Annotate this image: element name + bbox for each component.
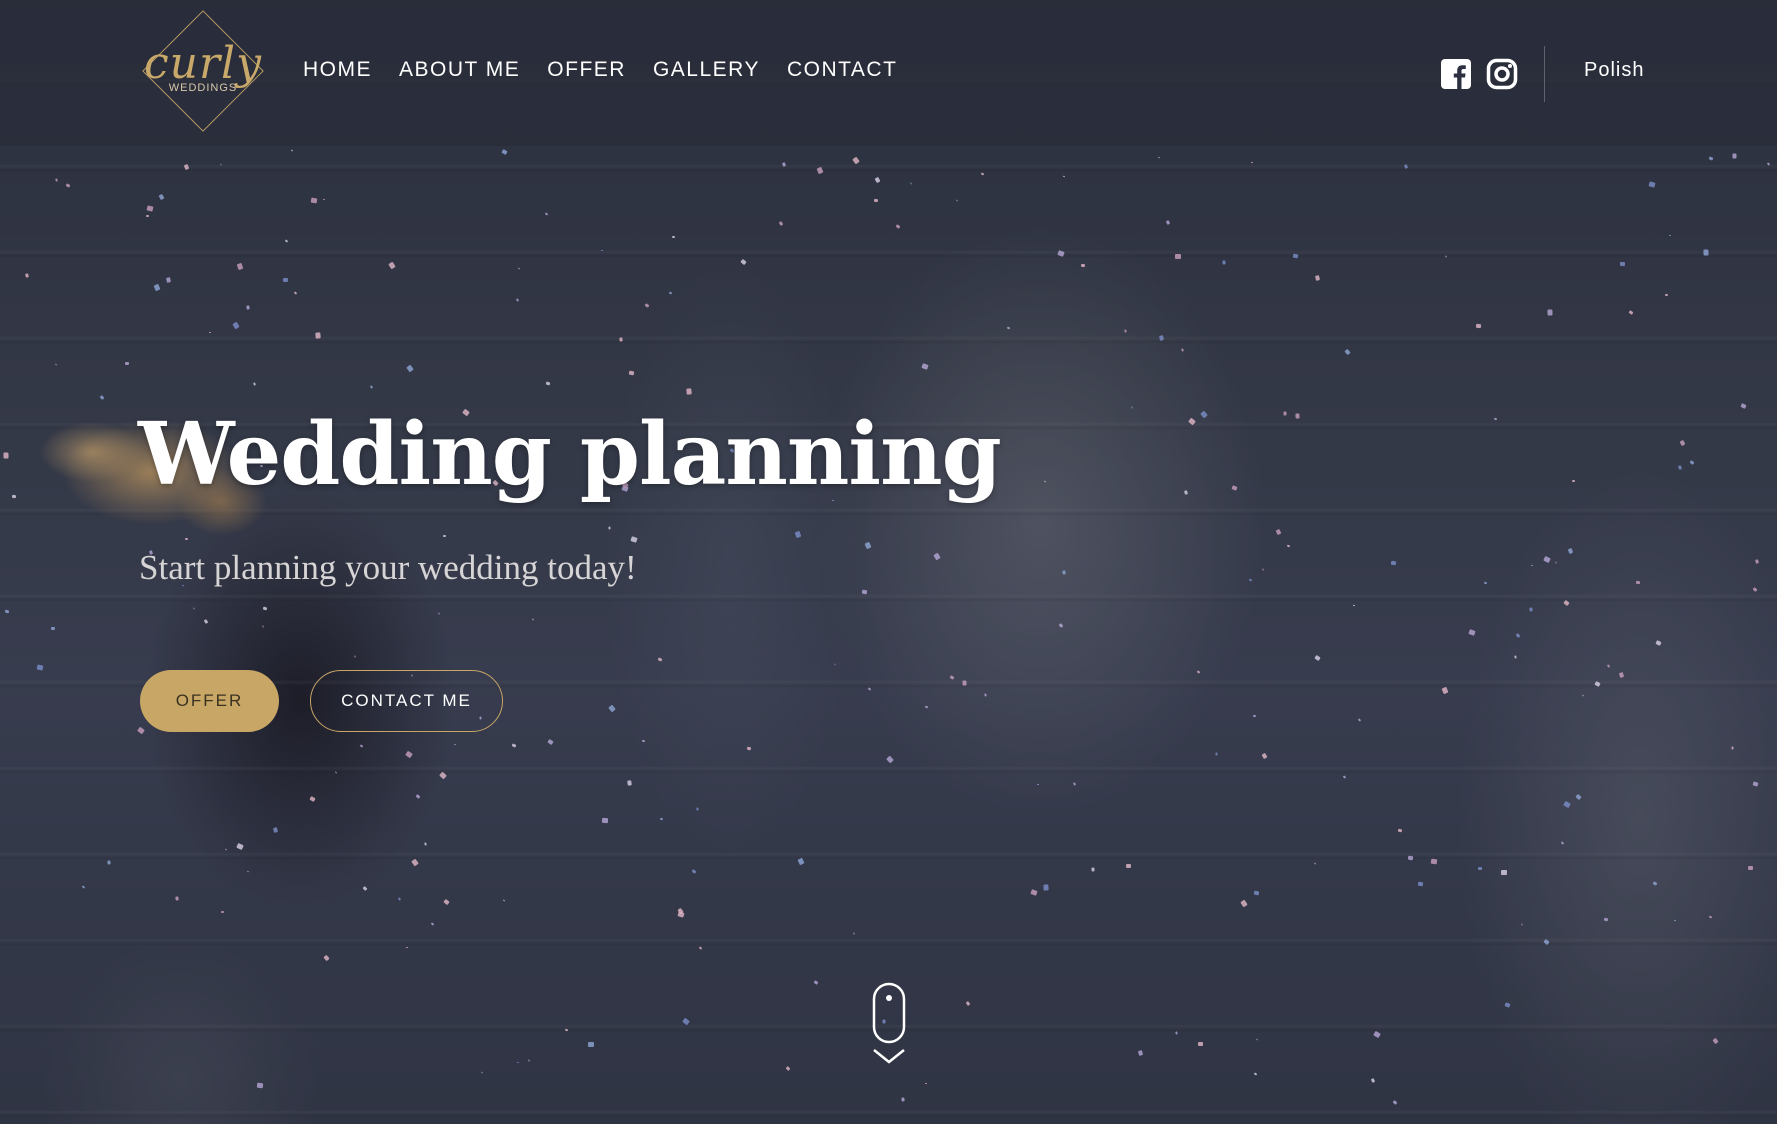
main-nav: HOME ABOUT ME OFFER GALLERY CONTACT xyxy=(303,58,924,82)
mouse-scroll-icon[interactable] xyxy=(872,982,906,1066)
language-switch[interactable]: Polish xyxy=(1584,59,1644,82)
instagram-icon[interactable] xyxy=(1486,58,1518,90)
nav-offer[interactable]: OFFER xyxy=(547,58,626,82)
contact-me-button[interactable]: CONTACT ME xyxy=(310,670,503,732)
hero-title: Wedding planning xyxy=(138,404,1002,505)
nav-gallery[interactable]: GALLERY xyxy=(653,58,760,82)
social-links xyxy=(1440,58,1518,90)
page: curly WEDDINGS HOME ABOUT ME OFFER GALLE… xyxy=(0,0,1777,1124)
nav-about-me[interactable]: ABOUT ME xyxy=(399,58,520,82)
offer-button[interactable]: OFFER xyxy=(140,670,279,732)
nav-home[interactable]: HOME xyxy=(303,58,372,82)
logo[interactable]: curly WEDDINGS xyxy=(138,8,268,134)
hero-subtitle: Start planning your wedding today! xyxy=(139,548,637,587)
nav-contact[interactable]: CONTACT xyxy=(787,58,897,82)
header-divider xyxy=(1544,46,1545,102)
site-header: curly WEDDINGS HOME ABOUT ME OFFER GALLE… xyxy=(0,0,1777,146)
facebook-icon[interactable] xyxy=(1440,58,1472,90)
logo-sub-text: WEDDINGS xyxy=(168,82,238,94)
